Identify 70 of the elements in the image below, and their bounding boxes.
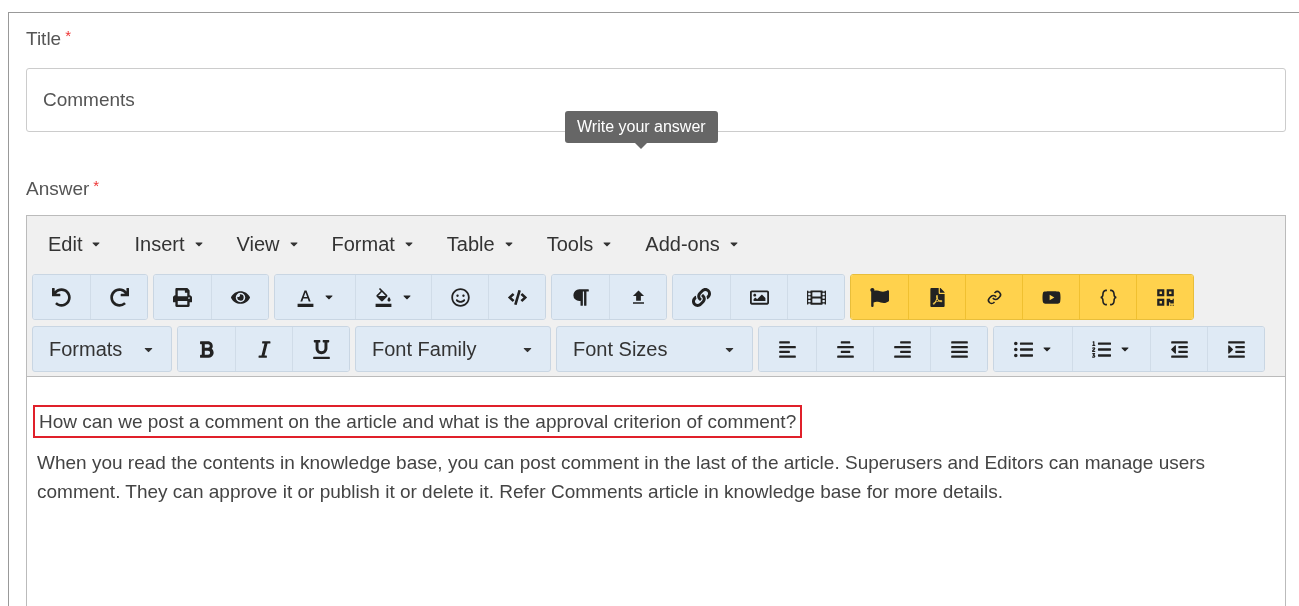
paragraph-button[interactable] — [552, 275, 609, 319]
bold-icon — [197, 339, 216, 359]
dropdown-button[interactable]: Font Family — [355, 326, 551, 372]
source-code-button[interactable] — [488, 275, 545, 319]
bullet-list-button[interactable] — [994, 327, 1072, 371]
tooltip-arrow — [635, 142, 648, 149]
numbered-list-button[interactable] — [1072, 327, 1150, 371]
outdent-icon — [1169, 339, 1189, 359]
pdf-icon — [927, 287, 947, 307]
text-color-button[interactable] — [275, 275, 355, 319]
menu-item[interactable]: Add-ons — [634, 228, 751, 259]
menu-item[interactable]: Table — [435, 228, 526, 259]
required-mark: * — [93, 175, 100, 196]
fill-color-icon — [374, 287, 393, 307]
image-icon — [749, 287, 769, 307]
insert-button[interactable] — [609, 275, 666, 319]
undo-icon — [52, 287, 71, 307]
menu-item[interactable]: Tools — [535, 228, 625, 259]
image-button[interactable] — [730, 275, 787, 319]
indent-icon — [1226, 339, 1246, 359]
smiley-icon — [450, 287, 470, 307]
emoticon-button[interactable] — [431, 275, 488, 319]
undo-button[interactable] — [33, 275, 90, 319]
dropdown-button[interactable]: Font Sizes — [556, 326, 753, 372]
text-color-icon — [295, 287, 315, 307]
flag-icon — [870, 287, 889, 307]
braces-icon — [1098, 287, 1118, 307]
anchor-button[interactable] — [851, 275, 908, 319]
code-button[interactable] — [1079, 275, 1136, 319]
menu-item[interactable]: Edit — [37, 228, 114, 259]
align-left-icon — [778, 339, 797, 359]
outdent-button[interactable] — [1150, 327, 1207, 371]
media-button[interactable] — [787, 275, 844, 319]
video-button[interactable] — [1022, 275, 1079, 319]
align-center-button[interactable] — [816, 327, 873, 371]
justify-icon — [949, 339, 969, 359]
numbered-list-icon — [1092, 339, 1111, 359]
bullet-list-icon — [1013, 339, 1033, 359]
qr-code-icon — [1155, 287, 1175, 307]
field-label: Title — [26, 27, 62, 51]
pilcrow-icon — [571, 287, 590, 307]
paragraph: When you read the contents in knowledge base, you can post comment in the last of the article. Superusers and Editors can manage users comment. They can approve it or publish it or delete it. Refer Comments article in knowledge base for more details. — [37, 451, 1207, 504]
align-center-icon — [835, 339, 855, 359]
underline-button[interactable] — [292, 327, 349, 371]
qr-code-button[interactable] — [1136, 275, 1193, 319]
redo-icon — [109, 287, 129, 307]
align-right-button[interactable] — [873, 327, 930, 371]
code-icon — [507, 287, 527, 307]
required-mark: * — [65, 26, 72, 46]
align-left-button[interactable] — [759, 327, 816, 371]
menu-item[interactable]: View — [225, 228, 311, 259]
bold-button[interactable] — [178, 327, 235, 371]
menu-item[interactable]: Format — [320, 228, 426, 259]
film-icon — [806, 287, 826, 307]
print-icon — [173, 287, 192, 307]
dropdown-button[interactable]: Formats — [32, 326, 172, 372]
link-button[interactable] — [673, 275, 730, 319]
justify-button[interactable] — [930, 327, 987, 371]
menu-item[interactable]: Insert — [123, 228, 216, 259]
indent-button[interactable] — [1207, 327, 1264, 371]
underline-icon — [311, 339, 331, 359]
link-icon — [692, 287, 711, 307]
redo-button[interactable] — [90, 275, 147, 319]
field-label: Answer — [26, 176, 90, 201]
print-button[interactable] — [154, 275, 211, 319]
italic-button[interactable] — [235, 327, 292, 371]
preview-button[interactable] — [211, 275, 268, 319]
pdf-button[interactable] — [908, 275, 965, 319]
align-right-icon — [892, 339, 912, 359]
paragraph: How can we post a comment on the article and what is the approval criterion of comment? — [33, 405, 803, 438]
